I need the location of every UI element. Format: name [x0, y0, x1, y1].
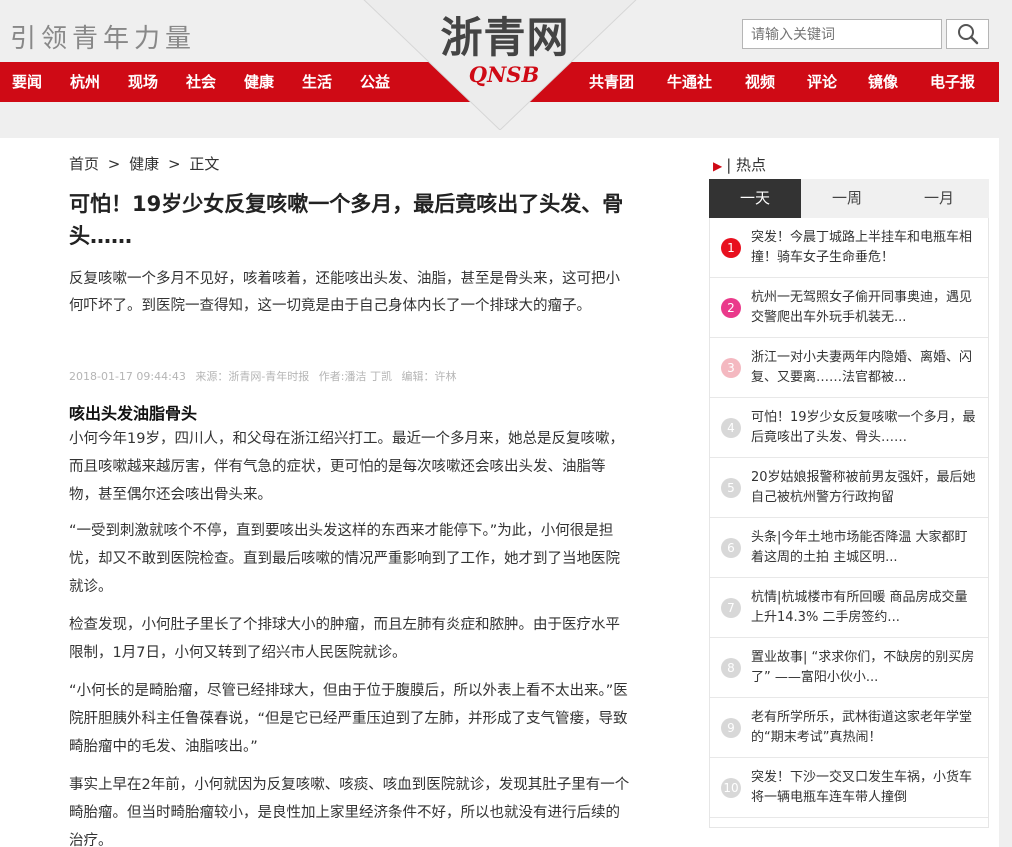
rank-badge: 10: [721, 778, 741, 798]
site-logo-sub: QNSB: [468, 62, 540, 87]
hot-item-title[interactable]: 杭情|杭城楼市有所回暖 商品房成交量上升14.3% 二手房签约...: [751, 588, 979, 628]
article-paragraph: “一受到刺激就咳个不停，直到要咳出头发这样的东西来才能停下。”为此，小何很是担忧…: [69, 523, 620, 595]
nav-item-video[interactable]: 视频: [745, 62, 775, 102]
hot-list-item[interactable]: 2 杭州一无驾照女子偷开同事奥迪，遇见交警爬出车外玩手机装无...: [710, 278, 988, 338]
nav-item-niutong[interactable]: 牛通社: [667, 62, 712, 102]
rank-badge: 4: [721, 418, 741, 438]
article-source: 来源：浙青网-青年时报: [195, 370, 310, 383]
hot-list-item[interactable]: 7 杭情|杭城楼市有所回暖 商品房成交量上升14.3% 二手房签约...: [710, 578, 988, 638]
article-editor: 编辑：许林: [401, 370, 457, 383]
article-summary: 反复咳嗽一个多月不见好，咳着咳着，还能咳出头发、油脂，甚至是骨头来，这可把小何吓…: [69, 271, 620, 314]
article-title: 可怕！19岁少女反复咳嗽一个多月，最后竟咳出了头发、骨头……: [69, 192, 624, 248]
nav-item-life[interactable]: 生活: [302, 62, 332, 102]
hot-item-title[interactable]: 可怕！19岁少女反复咳嗽一个多月，最后竟咳出了头发、骨头……: [751, 408, 979, 448]
nav-item-comment[interactable]: 评论: [807, 62, 837, 102]
article-author: 作者:潘洁 丁凯: [318, 370, 392, 383]
breadcrumb: 首页 > 健康 > 正文: [69, 153, 223, 174]
nav-item-health[interactable]: 健康: [244, 62, 274, 102]
rank-badge: 1: [721, 238, 741, 258]
hot-item-title[interactable]: 浙江一对小夫妻两年内隐婚、离婚、闪复、又要离……法官都被...: [751, 348, 979, 388]
hot-list-item[interactable]: 10 突发！下沙一交叉口发生车祸，小货车将一辆电瓶车连车带人撞倒: [710, 758, 988, 818]
hot-list: 1 突发！今晨丁城路上半挂车和电瓶车相撞！骑车女子生命垂危！ 2 杭州一无驾照女子偷开…: [709, 218, 989, 828]
hot-item-title[interactable]: 头条|今年土地市场能否降温 大家都盯着这周的土拍 主城区明...: [751, 528, 979, 568]
nav-item-news[interactable]: 要闻: [12, 62, 42, 102]
site-slogan: 引领青年力量: [10, 24, 197, 54]
tab-day[interactable]: 一天: [709, 179, 801, 218]
rank-badge: 7: [721, 598, 741, 618]
nav-item-epaper[interactable]: 电子报: [930, 62, 975, 102]
hot-list-item[interactable]: 8 置业故事| “求求你们，不缺房的别买房了” ——富阳小伙小...: [710, 638, 988, 698]
rank-badge: 8: [721, 658, 741, 678]
hot-item-title[interactable]: 突发！今晨丁城路上半挂车和电瓶车相撞！骑车女子生命垂危！: [751, 228, 979, 268]
hot-list-item[interactable]: 4 可怕！19岁少女反复咳嗽一个多月，最后竟咳出了头发、骨头……: [710, 398, 988, 458]
hot-item-title[interactable]: 杭州一无驾照女子偷开同事奥迪，遇见交警爬出车外玩手机装无...: [751, 288, 979, 328]
rank-badge: 2: [721, 298, 741, 318]
nav-item-society[interactable]: 社会: [186, 62, 216, 102]
hot-item-title[interactable]: 突发！下沙一交叉口发生车祸，小货车将一辆电瓶车连车带人撞倒: [751, 768, 979, 808]
nav-item-hangzhou[interactable]: 杭州: [70, 62, 100, 102]
article-paragraph: 检查发现，小何肚子里长了个排球大小的肿瘤，而且左肺有炎症和脓肿。由于医疗水平限制…: [69, 617, 620, 661]
hot-tabs: 一天 一周 一月: [709, 179, 989, 218]
article-paragraph: 事实上早在2年前，小何就因为反复咳嗽、咳痰、咳血到医院就诊，发现其肚子里有一个畸…: [69, 777, 630, 847]
article-time: 2018-01-17 09:44:43: [69, 370, 186, 383]
rank-badge: 3: [721, 358, 741, 378]
hot-list-item[interactable]: 3 浙江一对小夫妻两年内隐婚、离婚、闪复、又要离……法官都被...: [710, 338, 988, 398]
hot-list-item[interactable]: 9 老有所学所乐，武林街道这家老年学堂的“期末考试”真热闹！: [710, 698, 988, 758]
search-input[interactable]: [742, 19, 942, 49]
breadcrumb-current: 正文: [189, 155, 220, 173]
breadcrumb-section[interactable]: 健康: [129, 155, 159, 173]
breadcrumb-separator: >: [167, 155, 181, 173]
nav-item-scene[interactable]: 现场: [128, 62, 158, 102]
rank-badge: 5: [721, 478, 741, 498]
hot-list-item[interactable]: 1 突发！今晨丁城路上半挂车和电瓶车相撞！骑车女子生命垂危！: [710, 218, 988, 278]
article-meta: 2018-01-17 09:44:43 来源：浙青网-青年时报 作者:潘洁 丁凯…: [69, 368, 629, 384]
article-subhead: 咳出头发油脂骨头: [69, 404, 198, 423]
search-button[interactable]: [946, 19, 989, 49]
hot-list-item[interactable]: 5 20岁姑娘报警称被前男友强奸，最后她自己被杭州警方行政拘留: [710, 458, 988, 518]
breadcrumb-home[interactable]: 首页: [69, 155, 99, 173]
breadcrumb-separator: >: [107, 155, 121, 173]
hot-item-title[interactable]: 置业故事| “求求你们，不缺房的别买房了” ——富阳小伙小...: [751, 648, 979, 688]
search-icon: [957, 24, 978, 45]
article-paragraph: “小何长的是畸胎瘤，尽管已经排球大，但由于位于腹膜后，所以外表上看不太出来。”医…: [69, 683, 628, 755]
rank-badge: 6: [721, 538, 741, 558]
tab-month[interactable]: 一月: [893, 179, 985, 218]
hot-list-item[interactable]: 6 头条|今年土地市场能否降温 大家都盯着这周的土拍 主城区明...: [710, 518, 988, 578]
site-logo[interactable]: 浙青网: [420, 4, 590, 65]
nav-item-mirror[interactable]: 镜像: [868, 62, 898, 102]
hot-item-title[interactable]: 20岁姑娘报警称被前男友强奸，最后她自己被杭州警方行政拘留: [751, 468, 979, 508]
hot-item-title[interactable]: 老有所学所乐，武林街道这家老年学堂的“期末考试”真热闹！: [751, 708, 979, 748]
article-paragraph: 小何今年19岁，四川人，和父母在浙江绍兴打工。最近一个多月来，她总是反复咳嗽，而…: [69, 431, 624, 503]
triangle-right-icon: ▶: [713, 159, 723, 173]
rank-badge: 9: [721, 718, 741, 738]
hot-section-title: ▶ | 热点: [713, 156, 767, 174]
tab-week[interactable]: 一周: [801, 179, 893, 218]
